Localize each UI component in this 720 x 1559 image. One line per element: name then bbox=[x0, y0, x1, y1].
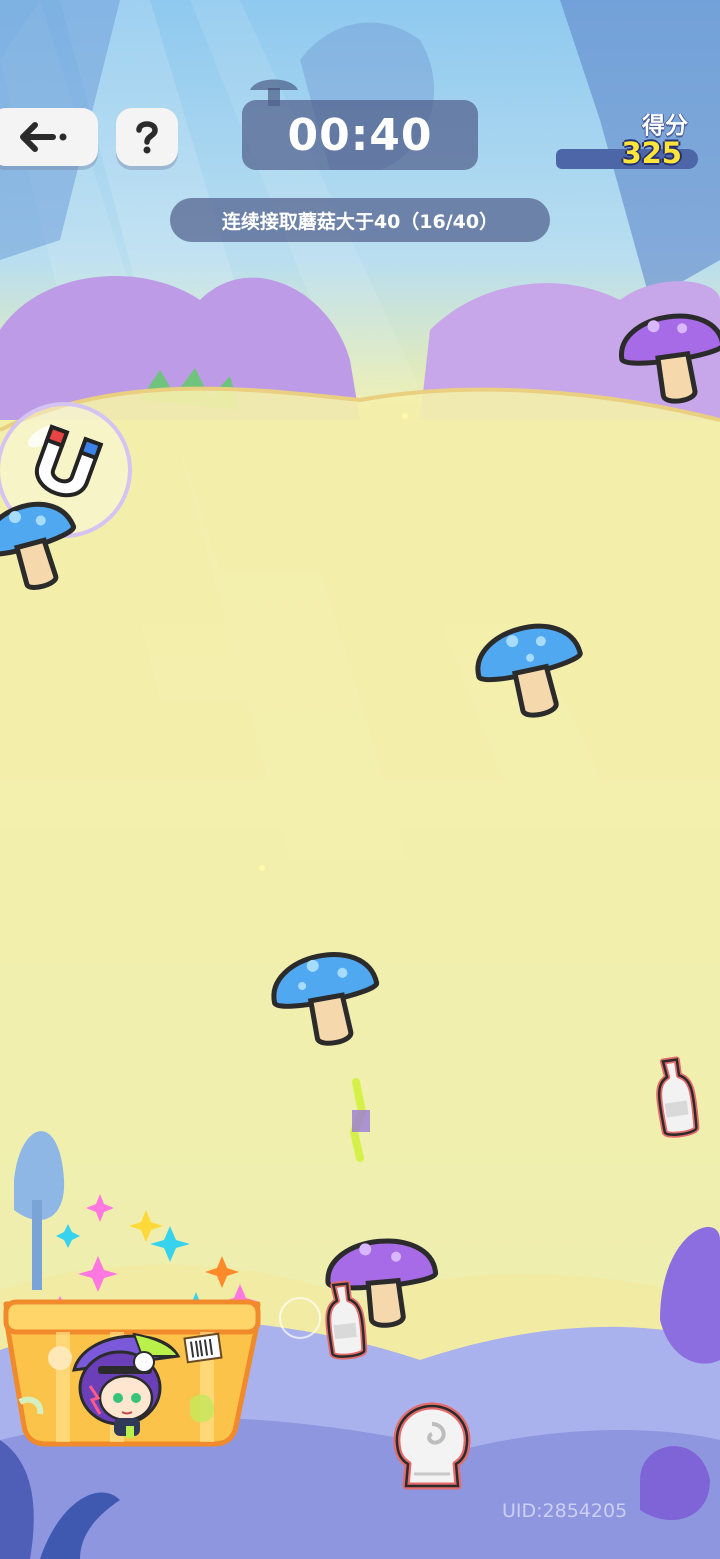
bubble-ring bbox=[279, 1297, 321, 1339]
user-id-label: UID:2854205 bbox=[502, 1500, 628, 1522]
player-catcher[interactable] bbox=[0, 1190, 270, 1450]
score-value: 325 bbox=[621, 136, 682, 170]
help-button[interactable] bbox=[116, 108, 178, 166]
back-button[interactable] bbox=[0, 108, 98, 166]
character-avatar bbox=[71, 1332, 181, 1438]
purple-mushroom-icon[interactable] bbox=[612, 294, 720, 420]
mission-progress-text: 连续接取蘑菇大于40（16/40） bbox=[170, 198, 550, 242]
blue-mushroom-icon[interactable] bbox=[264, 932, 388, 1058]
blue-mushroom-icon[interactable] bbox=[0, 480, 90, 604]
blue-mushroom-icon[interactable] bbox=[468, 604, 592, 730]
arrow-left-icon bbox=[20, 122, 67, 152]
bottle-icon[interactable] bbox=[648, 1054, 704, 1140]
score-label: 得分 bbox=[642, 113, 688, 139]
countdown-timer: 00:40 bbox=[242, 100, 478, 170]
catch-effect-icon bbox=[349, 1078, 370, 1162]
bottle-icon[interactable] bbox=[316, 1278, 374, 1362]
question-mark-icon bbox=[136, 121, 158, 154]
shell-icon[interactable] bbox=[386, 1398, 478, 1498]
